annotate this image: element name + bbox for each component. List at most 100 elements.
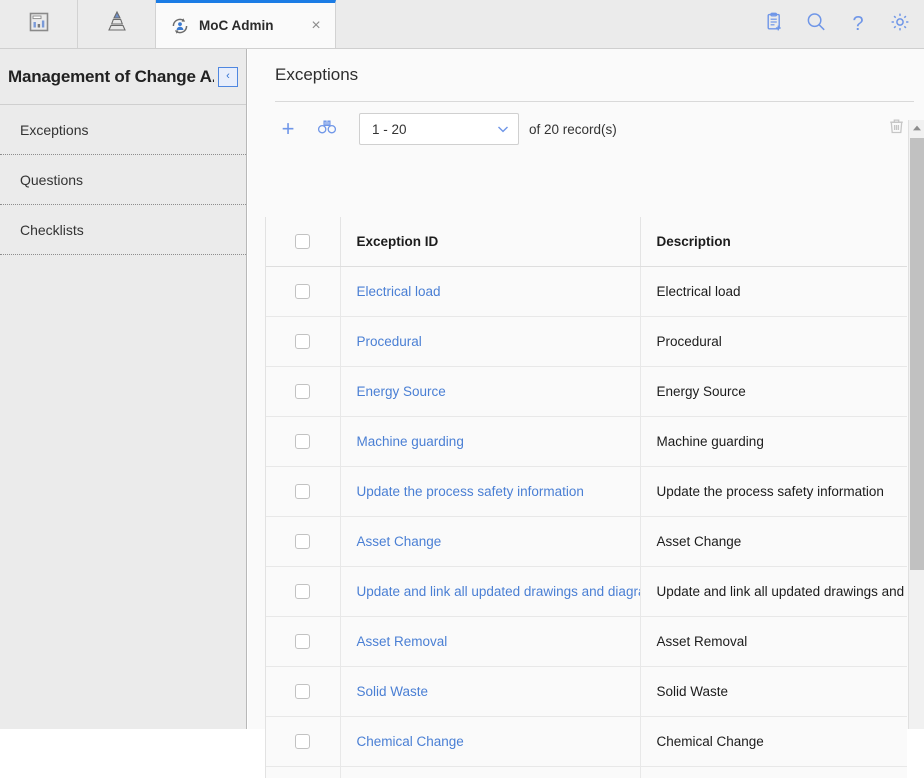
cell-description: Update and link all updated drawings and… <box>640 566 907 617</box>
table-row[interactable]: Chemical Change Chemical Change <box>266 716 907 767</box>
row-select-cell <box>266 616 341 667</box>
table-row[interactable]: Procedural Procedural <box>266 316 907 367</box>
row-checkbox[interactable] <box>295 383 311 399</box>
tab-bar-spacer <box>336 0 762 48</box>
row-checkbox[interactable] <box>295 283 311 299</box>
table-row[interactable] <box>266 766 907 778</box>
cell-description: Chemical Change <box>640 716 907 767</box>
exception-id-link[interactable]: Procedural <box>357 334 422 349</box>
page-title: Exceptions <box>275 65 359 84</box>
question-mark-icon: ? <box>852 12 864 35</box>
gear-icon <box>889 11 911 38</box>
row-select-cell <box>266 766 341 778</box>
cell-description: Energy Source <box>640 366 907 417</box>
select-all-header <box>266 217 341 267</box>
cell-exception-id: Update the process safety information <box>340 466 641 517</box>
chevron-down-icon <box>496 122 510 136</box>
cell-exception-id: Energy Source <box>340 366 641 417</box>
exception-id-link[interactable]: Asset Change <box>357 534 442 549</box>
delete-records-button[interactable] <box>884 117 908 141</box>
cell-exception-id: Asset Removal <box>340 616 641 667</box>
table-row[interactable]: Asset Removal Asset Removal <box>266 616 907 667</box>
table-row[interactable]: Electrical load Electrical load <box>266 266 907 317</box>
cell-exception-id: Chemical Change <box>340 716 641 767</box>
cell-exception-id: Machine guarding <box>340 416 641 467</box>
page-range-value: 1 - 20 <box>372 121 407 137</box>
row-checkbox[interactable] <box>295 333 311 349</box>
table-row[interactable]: Update and link all updated drawings and… <box>266 566 907 617</box>
table-row[interactable]: Energy Source Energy Source <box>266 366 907 417</box>
column-header-description[interactable]: Description <box>640 217 907 267</box>
exception-id-link[interactable]: Update the process safety information <box>357 484 584 499</box>
exception-id-link[interactable]: Update and link all updated drawings and… <box>357 584 640 599</box>
grid-toolbar: + 1 - 20 of 20 record(s) <box>275 101 914 156</box>
row-checkbox[interactable] <box>295 433 311 449</box>
cell-exception-id <box>340 766 641 778</box>
binoculars-icon <box>317 118 337 141</box>
cell-exception-id: Asset Change <box>340 516 641 567</box>
close-icon[interactable]: × <box>307 17 325 35</box>
cell-description: Asset Change <box>640 516 907 567</box>
row-select-cell <box>266 716 341 767</box>
find-records-button[interactable] <box>314 116 340 142</box>
exception-id-link[interactable]: Asset Removal <box>357 634 448 649</box>
vertical-scrollbar[interactable] <box>908 120 924 729</box>
exception-id-link[interactable]: Solid Waste <box>357 684 429 699</box>
table-row[interactable]: Asset Change Asset Change <box>266 516 907 567</box>
scroll-up-button[interactable] <box>909 120 924 136</box>
sidebar: Management of Change A... ‹ Exceptions Q… <box>0 49 247 729</box>
row-checkbox[interactable] <box>295 533 311 549</box>
top-bar-actions: ? <box>762 0 924 48</box>
add-record-button[interactable]: + <box>275 116 301 142</box>
sidebar-collapse-button[interactable]: ‹ <box>218 66 238 87</box>
cell-description: Solid Waste <box>640 666 907 717</box>
document-tab-title: MoC Admin <box>199 18 274 33</box>
cell-description: Update the process safety information <box>640 466 907 517</box>
exception-id-link[interactable]: Chemical Change <box>357 734 464 749</box>
sidebar-item-questions[interactable]: Questions <box>0 155 246 205</box>
exception-id-link[interactable]: Electrical load <box>357 284 441 299</box>
column-header-exception-id[interactable]: Exception ID <box>340 217 641 267</box>
row-select-cell <box>266 516 341 567</box>
hierarchy-tab[interactable] <box>78 0 156 48</box>
row-select-cell <box>266 316 341 367</box>
refresh-person-icon <box>170 16 190 36</box>
table-row[interactable]: Machine guarding Machine guarding <box>266 416 907 467</box>
settings-button[interactable] <box>888 12 912 36</box>
sidebar-item-exceptions[interactable]: Exceptions <box>0 105 246 155</box>
row-select-cell <box>266 466 341 517</box>
row-checkbox[interactable] <box>295 483 311 499</box>
row-checkbox[interactable] <box>295 633 311 649</box>
main-content: Exceptions + 1 - 20 of 20 record(s) Exce… <box>248 49 924 778</box>
cell-exception-id: Update and link all updated drawings and… <box>340 566 641 617</box>
cell-exception-id: Procedural <box>340 316 641 367</box>
row-select-cell <box>266 416 341 467</box>
row-checkbox[interactable] <box>295 583 311 599</box>
sidebar-item-checklists[interactable]: Checklists <box>0 205 246 255</box>
row-checkbox[interactable] <box>295 733 311 749</box>
new-document-button[interactable] <box>762 12 786 36</box>
cell-description: Asset Removal <box>640 616 907 667</box>
table-row[interactable]: Solid Waste Solid Waste <box>266 666 907 717</box>
dashboard-tab[interactable] <box>0 0 78 48</box>
table-row[interactable]: Update the process safety information Upd… <box>266 466 907 517</box>
sidebar-item-label: Checklists <box>20 221 84 238</box>
cell-description: Procedural <box>640 316 907 367</box>
page-range-select[interactable]: 1 - 20 <box>359 113 519 145</box>
scrollbar-thumb[interactable] <box>910 138 924 570</box>
row-select-cell <box>266 366 341 417</box>
exception-id-link[interactable]: Machine guarding <box>357 434 464 449</box>
document-add-icon <box>764 12 784 37</box>
search-button[interactable] <box>804 12 828 36</box>
document-tab-moc-admin[interactable]: MoC Admin × <box>156 0 336 48</box>
search-icon <box>805 11 827 38</box>
cell-exception-id: Solid Waste <box>340 666 641 717</box>
cell-exception-id: Electrical load <box>340 266 641 317</box>
row-checkbox[interactable] <box>295 683 311 699</box>
row-select-cell <box>266 666 341 717</box>
exception-id-link[interactable]: Energy Source <box>357 384 446 399</box>
help-button[interactable]: ? <box>846 12 870 36</box>
select-all-checkbox[interactable] <box>295 234 311 250</box>
triangle-up-icon <box>912 119 922 137</box>
record-count-label: of 20 record(s) <box>529 121 617 137</box>
